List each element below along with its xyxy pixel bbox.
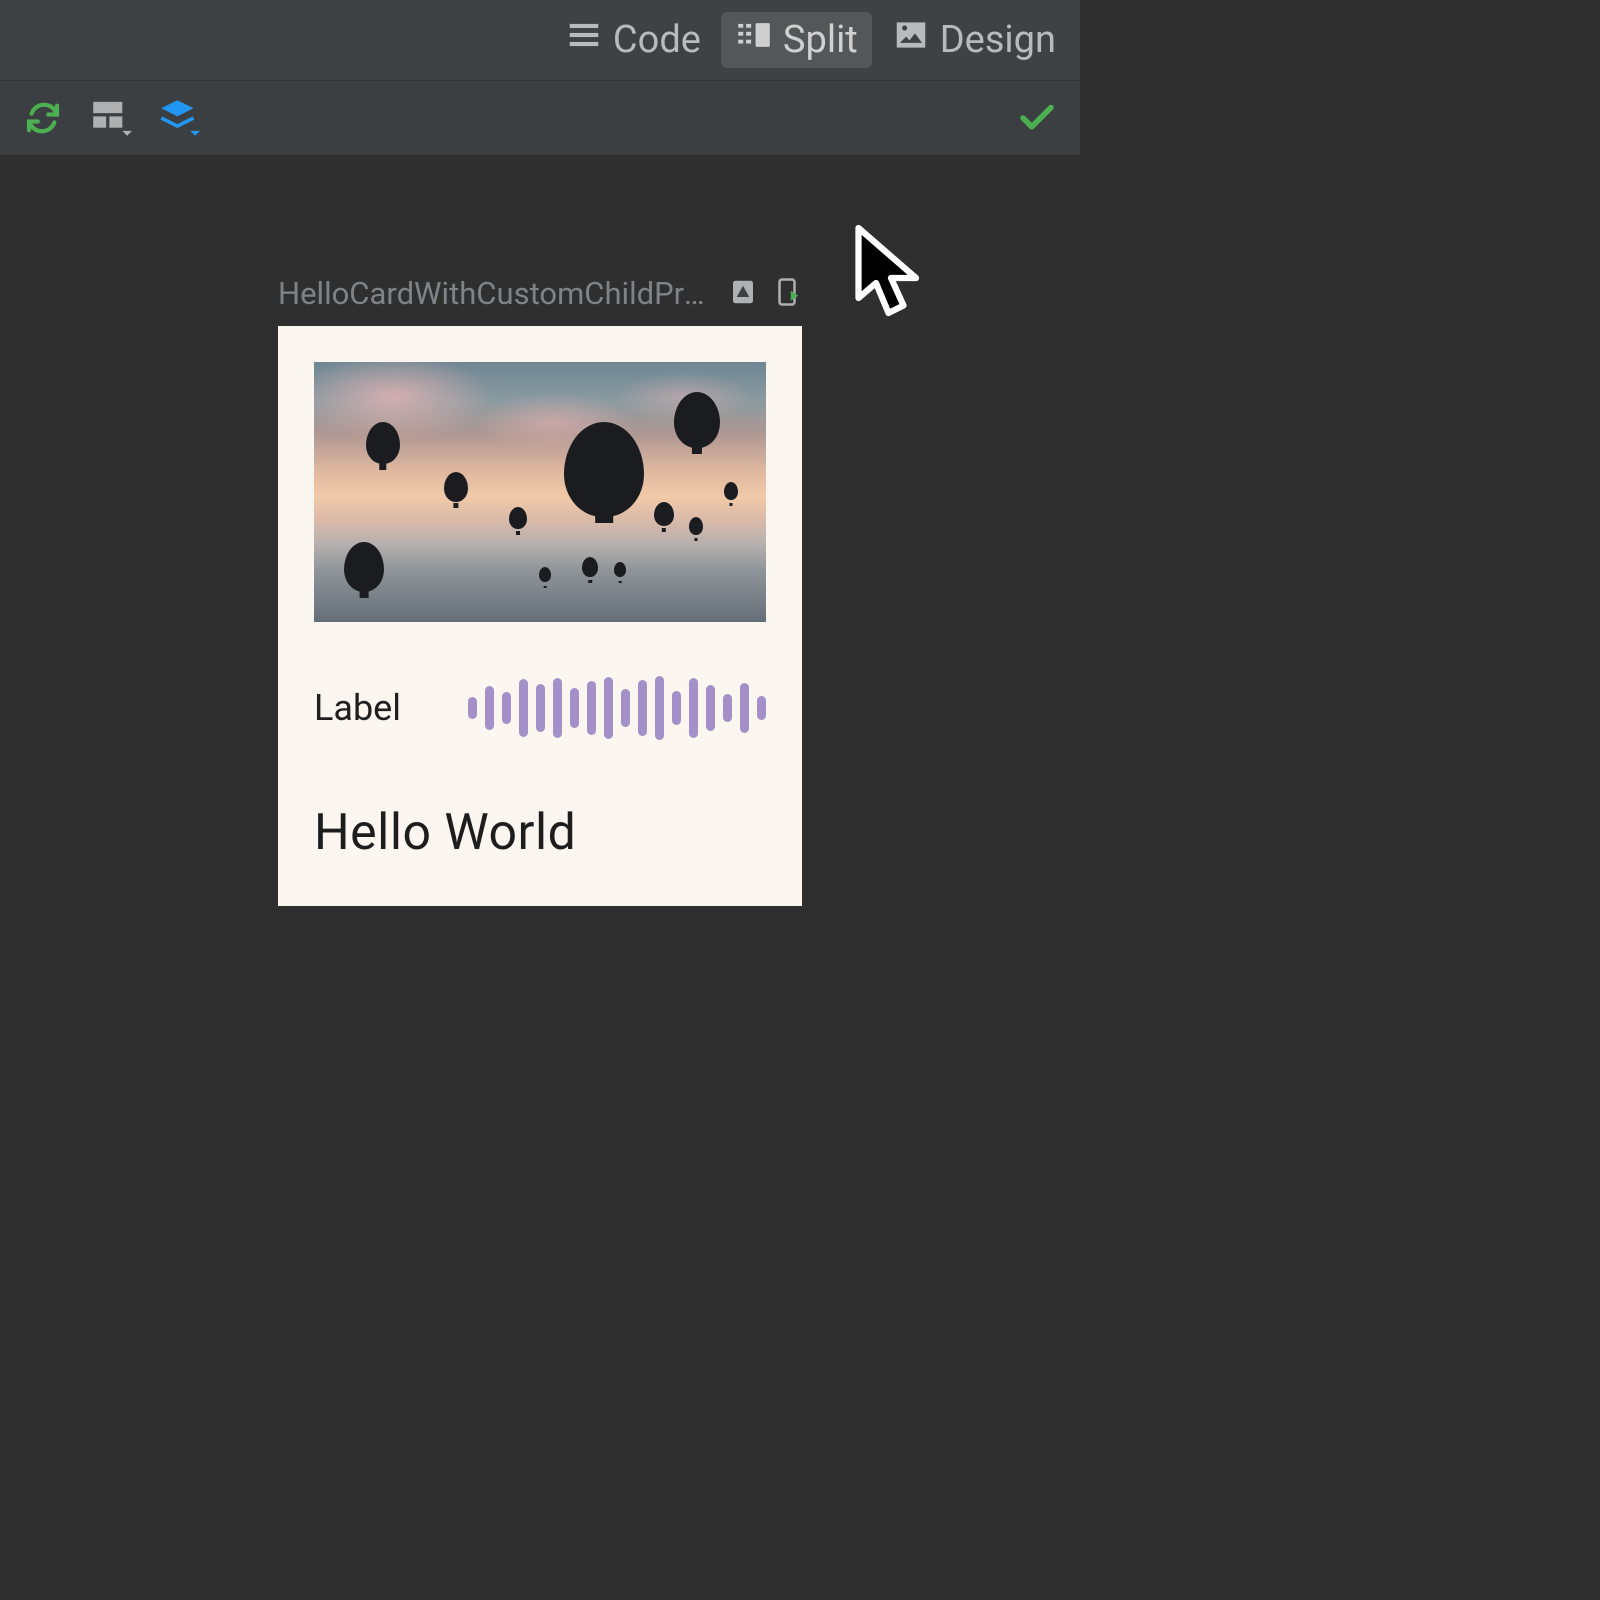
preview-card: Label Hello World [278, 326, 802, 906]
interactive-preview-icon[interactable] [728, 277, 758, 311]
tab-design[interactable]: Design [878, 12, 1070, 68]
tab-code-label: Code [613, 18, 701, 62]
design-canvas[interactable]: HelloCardWithCustomChildPrev... [0, 155, 1080, 1071]
waveform-icon [468, 676, 766, 740]
tab-design-label: Design [940, 18, 1056, 62]
card-label: Label [314, 687, 401, 729]
card-row: Label [314, 676, 766, 740]
card-image [314, 362, 766, 622]
list-icon [565, 16, 603, 64]
preview-header: HelloCardWithCustomChildPrev... [278, 275, 802, 312]
preview-toolbar [0, 81, 1080, 155]
deploy-preview-icon[interactable] [772, 277, 802, 311]
layers-dropdown[interactable] [158, 97, 200, 139]
preview-title: HelloCardWithCustomChildPrev... [278, 275, 714, 312]
refresh-button[interactable] [22, 97, 64, 139]
status-ok-icon [1016, 97, 1058, 139]
card-title: Hello World [314, 804, 766, 862]
preview-component: HelloCardWithCustomChildPrev... [278, 275, 802, 906]
split-icon [735, 16, 773, 64]
tab-code[interactable]: Code [551, 12, 715, 68]
layout-dropdown[interactable] [90, 97, 132, 139]
tab-split[interactable]: Split [721, 12, 872, 68]
image-icon [892, 16, 930, 64]
view-mode-tabs: Code Split Design [0, 0, 1080, 81]
tab-split-label: Split [783, 18, 858, 62]
